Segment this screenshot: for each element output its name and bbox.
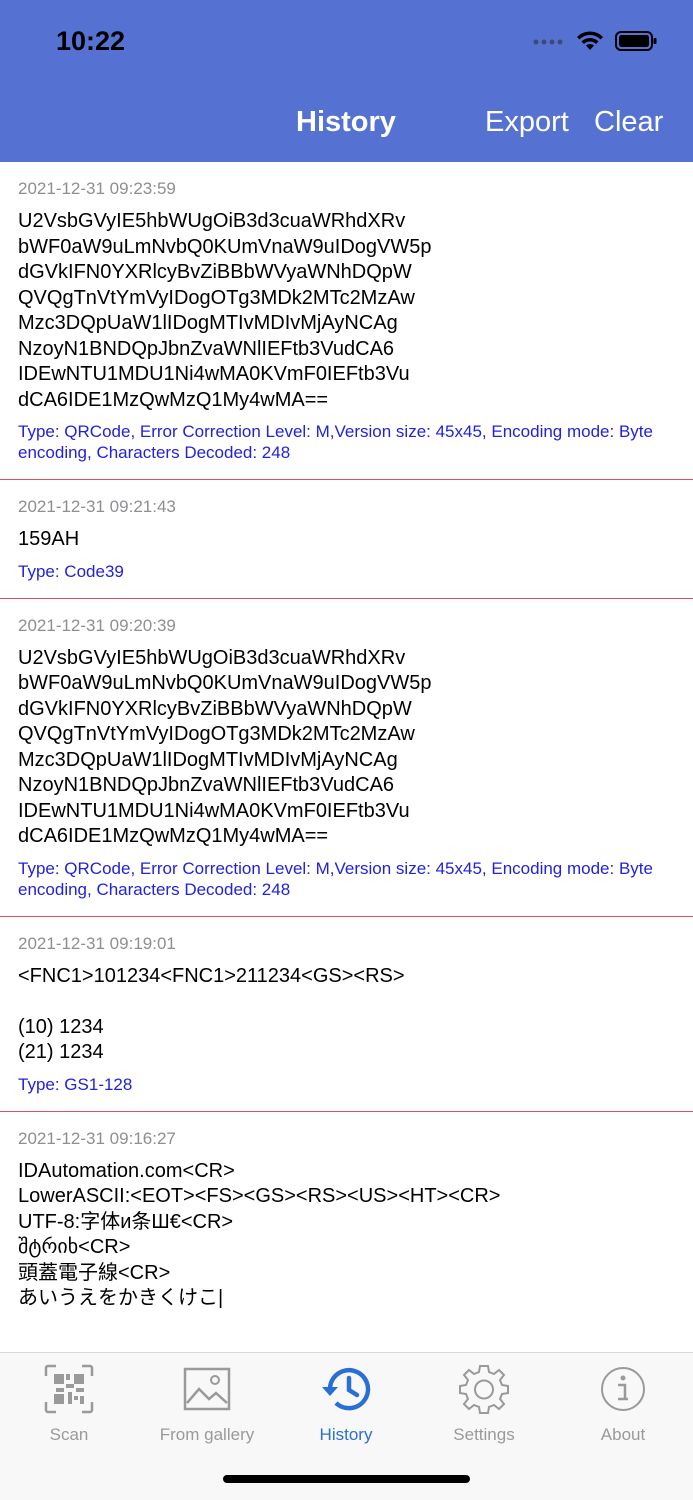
entry-type: Type: Code39 [18,561,124,581]
entry-text: U2VsbGVyIE5hbWUgOiB3d3cuaWRhdXRv bWF0aW9… [18,646,432,848]
battery-icon [615,31,657,51]
tab-label: Scan [49,1425,89,1444]
page-title: History [296,106,396,138]
wifi-icon [577,31,603,50]
entry-text: U2VsbGVyIE5hbWUgOiB3d3cuaWRhdXRv bWF0aW9… [18,210,432,411]
clear-button[interactable]: Clear [594,106,663,139]
tab-label: About [600,1425,646,1444]
entry-type: Type: QRCode, Error Correction Level: M,… [18,422,653,462]
signal-icon [533,39,563,45]
history-entry[interactable]: 2021-12-31 09:19:01 <FNC1>101234<FNC1>21… [0,917,693,1112]
status-time: 10:22 [56,26,126,56]
entry-type: Type: QRCode, Error Correction Level: M,… [18,858,653,899]
entry-text: IDAutomation.com<CR> LowerASCII:<EOT><FS… [18,1159,501,1310]
entry-type: Type: GS1-128 [18,1074,133,1094]
qr-code-icon [44,1364,94,1414]
navigation-header: 10:22 History Export Clear [0,0,693,162]
status-icons [533,30,657,52]
tab-label: From gallery [159,1425,255,1444]
image-icon [183,1367,231,1411]
history-list[interactable]: 2021-12-31 09:23:59 U2VsbGVyIE5hbWUgOiB3… [0,162,693,1352]
entry-date: 2021-12-31 09:23:59 [18,179,176,198]
history-entry[interactable]: 2021-12-31 09:16:27 IDAutomation.com<CR>… [0,1112,693,1328]
tab-from-gallery[interactable]: From gallery [138,1363,276,1445]
entry-date: 2021-12-31 09:16:27 [18,1128,176,1148]
tab-scan[interactable]: Scan [0,1363,138,1445]
entry-date: 2021-12-31 09:21:43 [18,497,176,516]
entry-text: <FNC1>101234<FNC1>211234<GS><RS> (10) 12… [18,964,405,1064]
history-icon [322,1367,371,1411]
tab-about[interactable]: About [554,1363,692,1445]
home-indicator [223,1475,470,1483]
entry-date: 2021-12-31 09:20:39 [18,615,176,635]
entry-text: 159AH [18,528,80,550]
tab-label: Settings [453,1425,515,1444]
history-entry[interactable]: 2021-12-31 09:23:59 U2VsbGVyIE5hbWUgOiB3… [0,162,693,480]
entry-date: 2021-12-31 09:19:01 [18,933,176,953]
info-icon [601,1367,645,1411]
history-entry[interactable]: 2021-12-31 09:21:43 159AH Type: Code39 [0,480,693,599]
tab-settings[interactable]: Settings [415,1363,553,1445]
export-button[interactable]: Export [485,106,569,139]
history-entry[interactable]: 2021-12-31 09:20:39 U2VsbGVyIE5hbWUgOiB3… [0,599,693,917]
tab-history[interactable]: History [277,1363,415,1445]
tab-label: History [319,1425,373,1444]
gear-icon [459,1365,509,1414]
